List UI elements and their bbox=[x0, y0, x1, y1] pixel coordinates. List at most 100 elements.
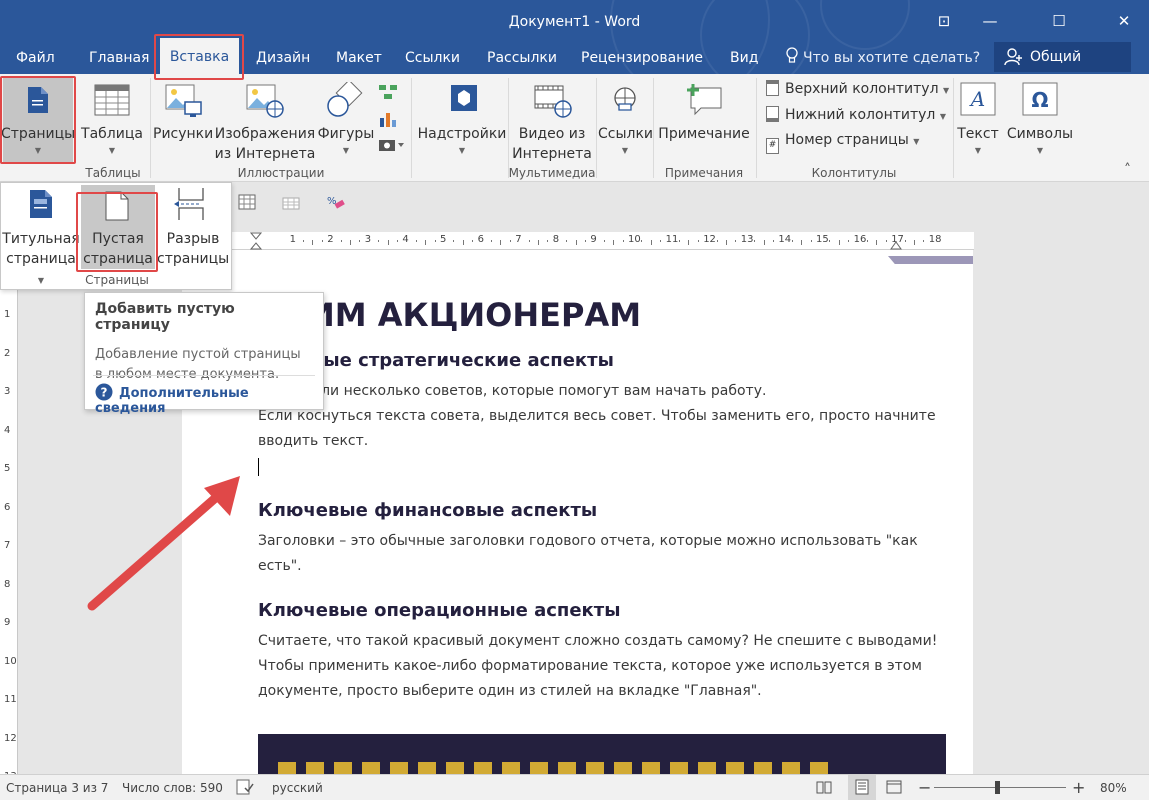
page-number-caret-icon: ▼ bbox=[913, 137, 920, 146]
ruler-label: 15 bbox=[816, 234, 829, 245]
ruler-tick bbox=[829, 240, 831, 242]
ruler-tick bbox=[538, 240, 539, 245]
tab-mailings[interactable]: Рассылки bbox=[487, 46, 557, 70]
text-label: Текст bbox=[957, 126, 999, 142]
symbols-label: Символы bbox=[1006, 126, 1074, 142]
lightbulb-icon bbox=[786, 47, 798, 63]
minimize-button[interactable]: — bbox=[967, 6, 1013, 36]
ruler-tick bbox=[754, 240, 756, 242]
word-count[interactable]: Число слов: 590 bbox=[122, 781, 223, 795]
header-button[interactable]: Верхний колонтитул ▼ bbox=[766, 80, 949, 97]
highlight-insert-tab bbox=[154, 34, 244, 80]
read-mode-icon[interactable] bbox=[816, 779, 832, 798]
footer-button[interactable]: Нижний колонтитул ▼ bbox=[766, 106, 946, 123]
tab-references[interactable]: Ссылки bbox=[405, 46, 460, 70]
ribbon: Страницы ▼ Таблица ▼ Таблицы Рисунки Изо… bbox=[0, 74, 1149, 182]
tab-file[interactable]: Файл bbox=[16, 46, 55, 70]
pictures-button[interactable]: Рисунки bbox=[153, 78, 213, 164]
document-paragraph: или несколько советов, которые помогут в… bbox=[312, 383, 767, 399]
online-pictures-label-2: из Интернета bbox=[214, 146, 316, 162]
tab-design[interactable]: Дизайн bbox=[256, 46, 310, 70]
print-layout-button[interactable] bbox=[848, 775, 876, 800]
ruler-label: 12 bbox=[4, 732, 17, 744]
comment-button[interactable]: Примечание bbox=[655, 78, 753, 164]
screenshot-button[interactable] bbox=[378, 136, 404, 156]
page-count[interactable]: Страница 3 из 7 bbox=[6, 781, 108, 795]
zoom-level[interactable]: 80% bbox=[1100, 781, 1127, 795]
grid-icon bbox=[238, 194, 256, 210]
zoom-in-button[interactable]: + bbox=[1072, 778, 1085, 797]
share-label: Общий доступ bbox=[1030, 49, 1082, 65]
toolbar-icon-clear[interactable]: % bbox=[326, 194, 346, 214]
ruler-tick bbox=[650, 240, 652, 245]
ruler-label: 6 bbox=[4, 501, 11, 513]
indent-marker-icon[interactable] bbox=[250, 232, 262, 250]
ruler-tick bbox=[622, 240, 624, 242]
zoom-slider-track[interactable] bbox=[934, 787, 1066, 788]
eraser-icon: % bbox=[327, 196, 345, 209]
smartart-icon bbox=[379, 85, 397, 99]
help-icon: ? bbox=[95, 383, 113, 401]
share-button[interactable]: Общий доступ bbox=[994, 42, 1131, 72]
vertical-ruler[interactable]: 12345678910111213 bbox=[0, 290, 18, 782]
smartart-button[interactable] bbox=[378, 84, 398, 104]
ruler-tick bbox=[387, 240, 389, 245]
tables-group-label: Таблицы bbox=[85, 166, 141, 180]
right-indent-marker-icon[interactable] bbox=[890, 240, 902, 250]
ruler-tick bbox=[340, 240, 342, 242]
tell-me-box[interactable]: Что вы хотите сделать? bbox=[785, 46, 980, 70]
document-paragraph: Считаете, что такой красивый документ сл… bbox=[258, 633, 938, 649]
document-paragraph: Заголовки – это обычные заголовки годово… bbox=[258, 533, 918, 549]
ruler-label: 3 bbox=[4, 386, 11, 398]
tab-view[interactable]: Вид bbox=[730, 46, 758, 70]
language[interactable]: русский bbox=[272, 781, 323, 795]
page-break-button[interactable]: Разрыв страницы bbox=[157, 183, 229, 269]
zoom-slider-thumb[interactable] bbox=[995, 781, 1000, 794]
tooltip-more-info-link[interactable]: ? Дополнительные сведения bbox=[95, 383, 323, 416]
tab-home[interactable]: Главная bbox=[89, 46, 149, 70]
highlight-pages-button bbox=[0, 76, 76, 164]
ruler-tick bbox=[773, 240, 774, 242]
group-separator bbox=[756, 78, 757, 178]
footer-icon bbox=[766, 106, 779, 122]
toolbar-icon-table[interactable] bbox=[238, 194, 256, 214]
links-icon bbox=[614, 87, 636, 111]
online-pictures-button[interactable]: Изображения из Интернета bbox=[214, 78, 316, 164]
table-button[interactable]: Таблица ▼ bbox=[80, 78, 144, 164]
ruler-label: 9 bbox=[590, 234, 597, 245]
comment-label: Примечание bbox=[658, 126, 750, 142]
links-button[interactable]: Ссылки ▼ bbox=[598, 78, 653, 164]
ribbon-display-options-button[interactable]: ⊡ bbox=[921, 6, 967, 36]
chart-button[interactable] bbox=[378, 110, 398, 132]
ruler-tick bbox=[763, 240, 765, 245]
tab-layout[interactable]: Макет bbox=[336, 46, 382, 70]
web-layout-icon[interactable] bbox=[886, 779, 902, 798]
ruler-tick bbox=[810, 240, 812, 242]
header-label: Верхний колонтитул bbox=[785, 81, 939, 97]
text-button[interactable]: A Текст ▼ bbox=[955, 78, 1001, 164]
horizontal-ruler[interactable]: 1 2 3 4 5 6 7 8 9 10 11 12 13 14 15 16 17 18 bbox=[232, 232, 974, 250]
proofing-icon[interactable] bbox=[236, 779, 254, 798]
tooltip-body-1: Добавление пустой страницы bbox=[95, 347, 301, 362]
page-number-button[interactable]: # Номер страницы ▼ bbox=[766, 132, 919, 154]
ruler-tick bbox=[726, 240, 727, 245]
collapse-ribbon-button[interactable]: ˄ bbox=[1124, 162, 1131, 178]
text-caret-icon: ▼ bbox=[974, 146, 982, 155]
ruler-label: 11 bbox=[4, 694, 17, 706]
shapes-button[interactable]: Фигуры ▼ bbox=[316, 78, 376, 164]
grid-percent-icon bbox=[282, 197, 300, 210]
annotation-arrow-icon bbox=[87, 476, 240, 611]
online-video-button[interactable]: Видео из Интернета bbox=[510, 78, 594, 164]
tab-review[interactable]: Рецензирование bbox=[581, 46, 703, 70]
maximize-button[interactable]: ☐ bbox=[1036, 6, 1082, 36]
symbols-button[interactable]: Ω Символы ▼ bbox=[1004, 78, 1076, 164]
toolbar-icon-percent[interactable] bbox=[282, 194, 300, 214]
svg-text:?: ? bbox=[101, 386, 108, 400]
ruler-label: 2 bbox=[327, 234, 334, 245]
addins-button[interactable]: Надстройки ▼ bbox=[416, 78, 508, 164]
shapes-caret-icon: ▼ bbox=[342, 146, 350, 155]
ruler-label: 6 bbox=[477, 234, 484, 245]
zoom-out-button[interactable]: − bbox=[918, 778, 931, 797]
cover-page-button[interactable]: Титульная страница ▼ bbox=[1, 183, 81, 285]
close-button[interactable]: ✕ bbox=[1101, 6, 1147, 36]
